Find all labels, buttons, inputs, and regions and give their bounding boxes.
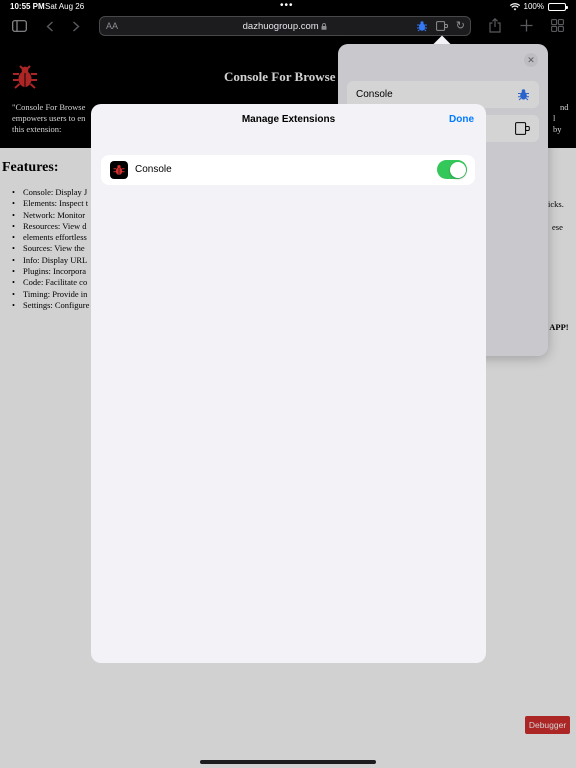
url-domain: dazhuogroup.com [100,21,470,32]
share-icon[interactable] [489,18,501,33]
battery-percent: 100% [523,2,544,11]
done-button[interactable]: Done [449,114,474,125]
extension-row-console: Console [101,155,475,185]
status-right: 100% [509,2,568,11]
address-bar[interactable]: AA dazhuogroup.com ↻ [99,16,471,36]
manage-extensions-sheet: Manage Extensions Done Console [91,104,486,663]
wifi-icon [509,2,520,10]
back-chevron-icon[interactable] [46,21,54,32]
sheet-title: Manage Extensions [241,114,336,125]
extensions-puzzle-icon[interactable] [436,21,448,31]
lock-icon [321,23,327,30]
sidebar-icon[interactable] [12,20,27,32]
battery-icon [548,2,568,11]
forward-chevron-icon[interactable] [72,21,80,32]
console-app-icon [110,161,128,179]
reload-icon[interactable]: ↻ [456,19,465,32]
console-bug-icon[interactable] [416,20,428,32]
safari-toolbar: AA dazhuogroup.com ↻ [0,14,576,40]
status-bar: 10:55 PM Sat Aug 26 ••• 100% [0,0,576,14]
status-time: 10:55 PM [10,2,45,11]
home-indicator[interactable] [200,760,376,764]
status-date: Sat Aug 26 [45,2,85,11]
new-tab-plus-icon[interactable] [520,19,533,32]
extension-name: Console [135,164,172,175]
toggle-knob [449,161,466,178]
tab-overview-icon[interactable] [551,19,564,32]
multitasking-dots-icon[interactable]: ••• [280,0,294,11]
extension-toggle[interactable] [437,160,467,179]
